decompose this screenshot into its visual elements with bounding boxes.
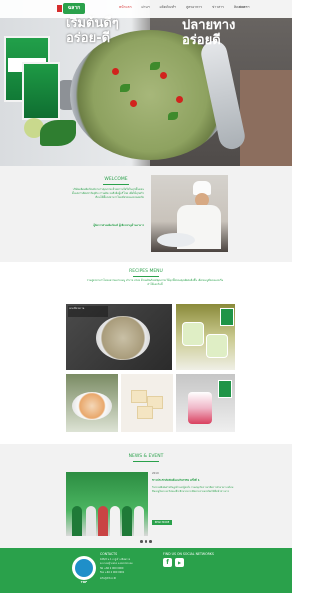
nav-item-products[interactable]: ผลิตภัณฑ์ฯ <box>155 5 181 10</box>
nav-item-recipes[interactable]: สูตรอาหาร <box>181 5 207 10</box>
chili-image <box>130 100 137 107</box>
welcome-paragraph: บริษัทผลิตผลิตภัณฑ์อาหารคุณภาพ ด้วยความใ… <box>71 188 144 199</box>
news-photo[interactable] <box>66 472 148 536</box>
recipes-title: RECIPES MENU <box>129 269 163 274</box>
chili-image <box>176 96 183 103</box>
napkin-image <box>240 70 292 166</box>
recipe-caption: แกงเขียวหวาน <box>68 306 108 317</box>
recipe-tile-jelly[interactable] <box>176 374 235 432</box>
recipes-section: RECIPES MENU รวมสูตรอาหารไทยหลากหลายเมนู… <box>0 262 292 444</box>
carousel-dot[interactable] <box>149 540 152 543</box>
email-link[interactable]: info@trf.co.th <box>100 577 116 580</box>
youtube-icon[interactable]: ▶ <box>175 558 184 567</box>
news-date: 2019 <box>152 472 159 475</box>
logo-mark-icon <box>57 5 62 12</box>
recipe-tile-tofu[interactable] <box>121 374 173 432</box>
herb-image <box>168 112 178 120</box>
news-body: กิจกรรมพิเศษสำหรับลูกค้าและผู้สนใจ ร่วมส… <box>152 486 234 493</box>
site-logo[interactable]: ฉลาก <box>63 3 85 14</box>
page: เริ่มต้นดีๆ อร่อย-ดี ปลายทาง อร่อยดี ฉลา… <box>0 0 292 593</box>
news-section: NEWS & EVENT 2019 ข่าวประชาสัมพันธ์และกิ… <box>0 444 292 548</box>
welcome-signature: ผู้จัดการฝ่ายผลิตภัณฑ์ ผู้เชี่ยวชาญด้านอ… <box>93 224 144 227</box>
footer-logo: TRF <box>72 556 96 584</box>
footer: TRF CONTACTS 168/2 ม.1 ถ.ปู่เจ้า สมิงพรา… <box>0 548 292 593</box>
main-menu: หน้าแรก ผ่านฯ ผลิตภัณฑ์ฯ สูตรอาหาร ข่าวส… <box>114 5 254 10</box>
welcome-title: WELCOME <box>104 177 128 182</box>
carousel-dot[interactable] <box>144 540 147 543</box>
title-divider <box>133 276 159 277</box>
read-more-button[interactable]: READ MORE <box>152 520 172 525</box>
nav-item-about[interactable]: ผ่านฯ <box>137 5 155 10</box>
news-headline[interactable]: ข่าวประชาสัมพันธ์และกิจกรรม ครั้งที่ 1 <box>152 478 234 483</box>
fax-number: Fax +66 2 000 0001 <box>100 571 125 574</box>
chef-photo <box>151 175 228 252</box>
leaves-image <box>40 120 76 146</box>
address-line-2: ต.บางหญ้าแพรก อ.พระประแดง <box>100 562 133 565</box>
chili-image <box>112 68 119 75</box>
recipes-paragraph: รวมสูตรอาหารไทยหลากหลายเมนู ทำง่าย อร่อย… <box>86 279 224 286</box>
facebook-icon[interactable]: f <box>163 558 172 567</box>
herb-image <box>120 84 130 92</box>
nav-item-home[interactable]: หน้าแรก <box>114 5 137 10</box>
hero-headline-left: เริ่มต้นดีๆ อร่อย-ดี <box>66 16 119 46</box>
social-title: FIND US ON SOCIAL NETWORKS <box>163 552 214 556</box>
title-divider <box>103 184 129 185</box>
chili-image <box>160 72 167 79</box>
carousel-dot[interactable] <box>140 540 143 543</box>
hero-banner: เริ่มต้นดีๆ อร่อย-ดี ปลายทาง อร่อยดี <box>0 0 292 166</box>
top-navigation: ฉลาก หน้าแรก ผ่านฯ ผลิตภัณฑ์ฯ สูตรอาหาร … <box>0 0 292 18</box>
recipe-tile-green-curry[interactable]: แกงเขียวหวาน <box>66 304 172 370</box>
recipe-tile-dessert-cups[interactable] <box>176 304 235 370</box>
nav-item-news[interactable]: ข่าวสาร <box>207 5 229 10</box>
phone-number: Tel +66 2 000 0000 <box>100 567 124 570</box>
news-title: NEWS & EVENT <box>128 454 164 459</box>
title-divider <box>133 461 159 462</box>
carousel-dots <box>140 540 152 543</box>
product-box-image <box>22 62 60 120</box>
footer-brand: TRF <box>80 580 88 584</box>
hero-headline-right: ปลายทาง อร่อยดี <box>182 18 236 48</box>
herb-image <box>150 62 160 70</box>
language-switch[interactable]: ภาษา <box>239 5 247 10</box>
recipe-tile-noodle-plate[interactable] <box>66 374 118 432</box>
contacts-title: CONTACTS <box>100 552 118 556</box>
welcome-section: WELCOME บริษัทผลิตผลิตภัณฑ์อาหารคุณภาพ ด… <box>0 166 292 262</box>
